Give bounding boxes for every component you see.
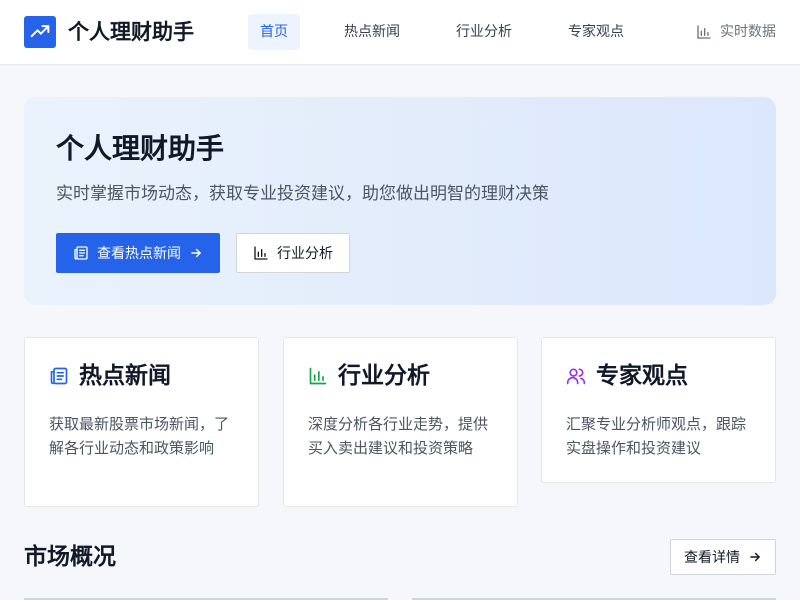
- logo[interactable]: [24, 16, 56, 48]
- app-title: 个人理财助手: [68, 20, 194, 44]
- hero-subtitle: 实时掌握市场动态，获取专业投资建议，助您做出明智的理财决策: [56, 184, 549, 204]
- card-hot-news[interactable]: 热点新闻 获取最新股票市场新闻，了解各行业动态和政策影响: [24, 337, 259, 507]
- nav-home[interactable]: 首页: [248, 14, 300, 50]
- card-industry-analysis[interactable]: 行业分析 深度分析各行业走势，提供买入卖出建议和投资策略: [283, 337, 518, 507]
- nav-hot-news[interactable]: 热点新闻: [332, 14, 412, 50]
- bar-chart-icon: [697, 25, 711, 39]
- card-title: 专家观点: [596, 363, 688, 389]
- view-hot-news-button[interactable]: 查看热点新闻: [56, 233, 220, 273]
- realtime-data-link[interactable]: 实时数据: [696, 14, 776, 50]
- hero-banner: 个人理财助手 实时掌握市场动态，获取专业投资建议，助您做出明智的理财决策 查看热…: [24, 97, 776, 305]
- bar-chart-icon: [309, 367, 327, 385]
- bar-chart-icon: [254, 246, 268, 260]
- newspaper-icon: [50, 367, 68, 385]
- arrow-right-icon: [191, 248, 201, 258]
- view-details-label: 查看详情: [684, 550, 740, 566]
- trending-up-icon: [30, 25, 50, 38]
- realtime-data-label: 实时数据: [720, 24, 776, 40]
- card-expert-views[interactable]: 专家观点 汇聚专业分析师观点，跟踪实盘操作和投资建议: [541, 337, 776, 483]
- card-title: 热点新闻: [79, 363, 171, 389]
- nav-industry-analysis[interactable]: 行业分析: [444, 14, 524, 50]
- card-description: 汇聚专业分析师观点，跟踪实盘操作和投资建议: [566, 415, 747, 457]
- card-header: 热点新闻: [49, 360, 171, 392]
- industry-analysis-button[interactable]: 行业分析: [236, 233, 350, 273]
- industry-analysis-label: 行业分析: [277, 246, 333, 262]
- nav-expert-views[interactable]: 专家观点: [556, 14, 636, 50]
- card-description: 获取最新股票市场新闻，了解各行业动态和政策影响: [49, 415, 230, 457]
- top-header: 个人理财助手 首页 热点新闻 行业分析 专家观点 实时数据: [0, 0, 800, 65]
- card-header: 行业分析: [308, 360, 430, 392]
- view-details-button[interactable]: 查看详情: [670, 539, 776, 575]
- view-hot-news-label: 查看热点新闻: [97, 246, 181, 262]
- hero-title: 个人理财助手: [56, 132, 225, 165]
- users-icon: [566, 368, 586, 385]
- card-description: 深度分析各行业走势，提供买入卖出建议和投资策略: [308, 415, 489, 457]
- card-header: 专家观点: [566, 360, 688, 392]
- card-title: 行业分析: [338, 363, 430, 389]
- market-overview-title: 市场概况: [24, 544, 116, 570]
- newspaper-icon: [74, 246, 88, 260]
- arrow-right-icon: [750, 552, 760, 562]
